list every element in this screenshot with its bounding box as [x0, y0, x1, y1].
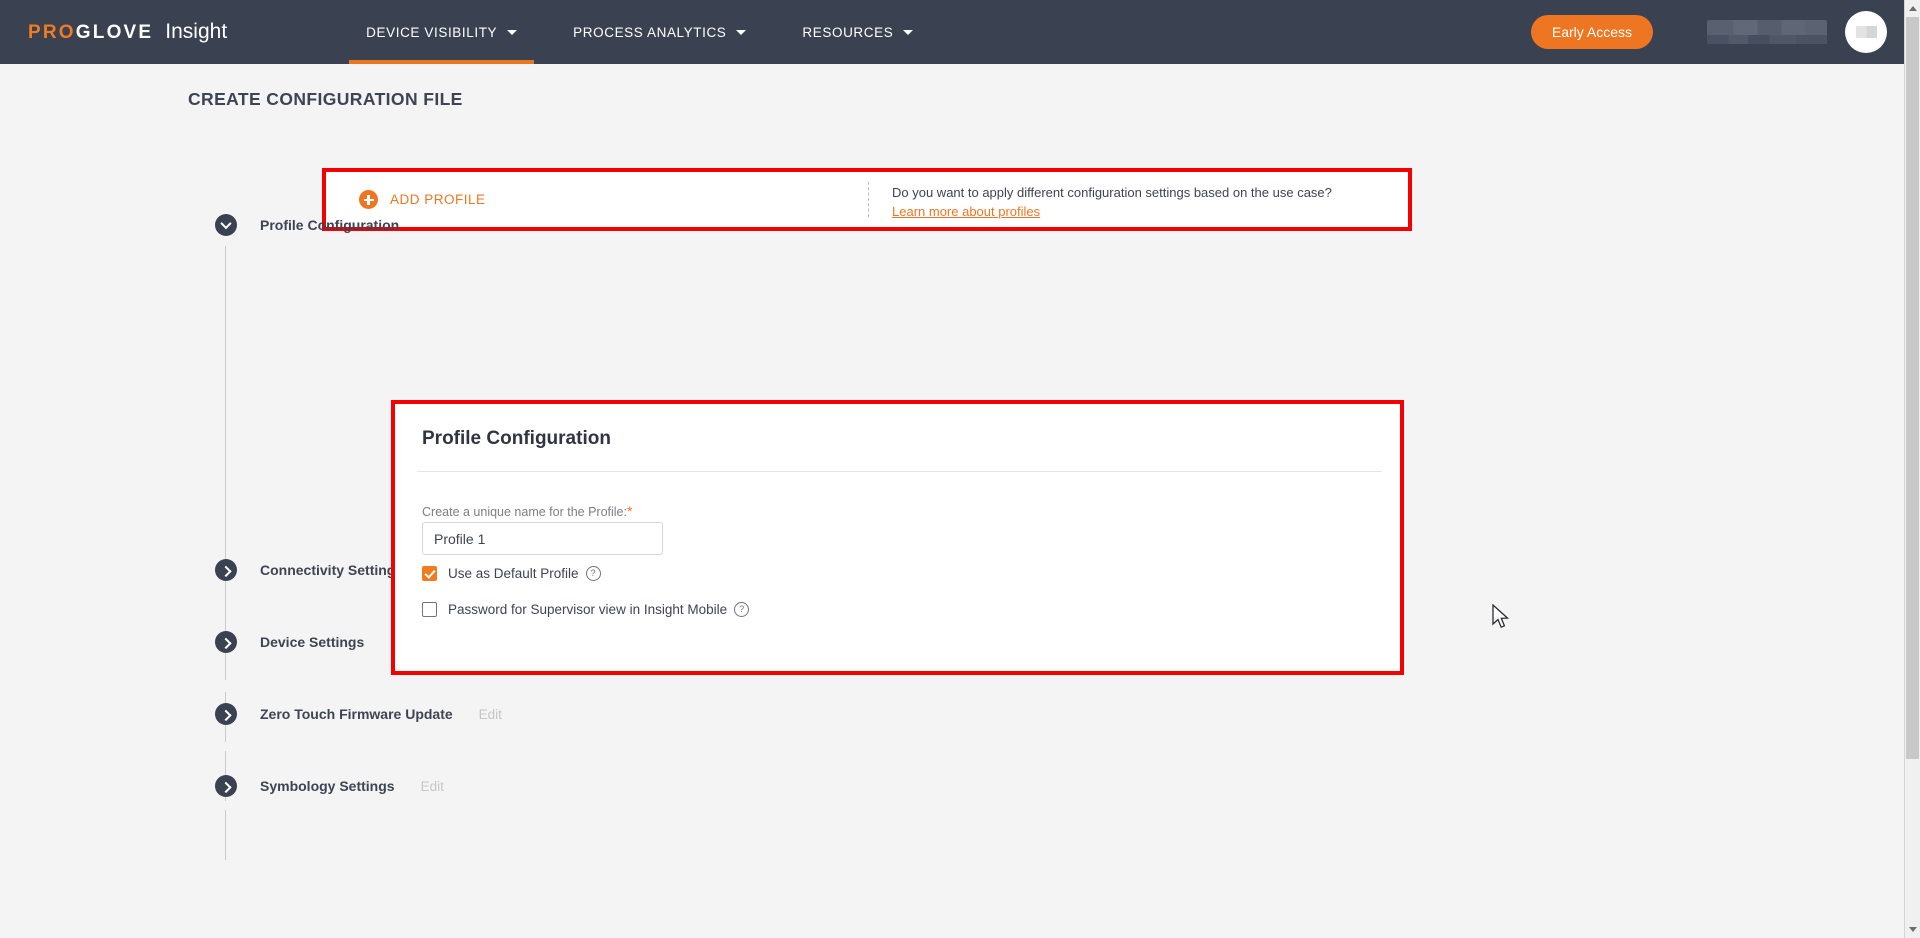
brand-product-text: Insight: [165, 20, 228, 43]
tree-connector-line: [225, 810, 226, 860]
chevron-right-icon: [220, 565, 232, 578]
profile-name-input[interactable]: [422, 522, 663, 555]
page-content: CREATE CONFIGURATION FILE ADD PROFILE Do…: [0, 64, 1905, 938]
accordion-toggle-profile-configuration[interactable]: [215, 214, 237, 236]
triangle-up-icon: [1908, 6, 1917, 11]
checkbox-label-password-supervisor-view: Password for Supervisor view in Insight …: [448, 602, 728, 617]
accordion-toggle-symbology-settings[interactable]: [215, 775, 237, 797]
accordion-row-profile-configuration[interactable]: Profile Configuration: [215, 212, 399, 238]
edit-link-symbology-settings[interactable]: Edit: [421, 779, 444, 794]
nav-item-device-visibility[interactable]: DEVICE VISIBILITY: [349, 0, 535, 64]
accordion-label-symbology-settings: Symbology Settings: [260, 778, 395, 794]
header-right-cluster: Early Access: [1530, 11, 1887, 53]
profile-configuration-card: Profile Configuration Create a unique na…: [391, 400, 1404, 675]
profile-card-title: Profile Configuration: [422, 428, 611, 449]
tree-connector-line: [225, 246, 226, 680]
brand-pro-text: PRO: [28, 22, 76, 43]
brand-glove-text: GLOVE: [75, 22, 154, 43]
top-navigation-bar: PRO GLOVE Insight DEVICE VISIBILITY PROCE…: [0, 0, 1905, 64]
nav-item-device-visibility-label: DEVICE VISIBILITY: [366, 24, 498, 40]
accordion-label-zero-touch-firmware-update: Zero Touch Firmware Update: [260, 706, 453, 722]
brand-logo[interactable]: PRO GLOVE Insight: [28, 20, 227, 44]
accordion-row-symbology-settings[interactable]: Symbology Settings Edit: [215, 773, 444, 799]
avatar-placeholder-icon: [1855, 26, 1877, 38]
profile-name-field-label-text: Create a unique name for the Profile:: [422, 505, 627, 519]
help-icon[interactable]: ?: [585, 566, 601, 581]
chevron-down-icon: [903, 29, 914, 35]
user-name-redacted: [1707, 20, 1827, 44]
chevron-down-icon: [220, 217, 232, 230]
help-icon[interactable]: ?: [734, 602, 750, 617]
accordion-label-device-settings: Device Settings: [260, 634, 365, 650]
chevron-right-icon: [220, 781, 232, 794]
nav-item-process-analytics[interactable]: PROCESS ANALYTICS: [556, 0, 763, 64]
scroll-up-arrow-icon[interactable]: [1905, 0, 1920, 17]
checkbox-use-as-default-profile[interactable]: [422, 566, 437, 581]
scrollbar-thumb[interactable]: [1906, 17, 1919, 759]
checkbox-password-supervisor-view[interactable]: [422, 602, 437, 617]
chevron-down-icon: [736, 29, 747, 35]
checkbox-label-use-as-default-profile: Use as Default Profile: [448, 566, 579, 581]
profile-name-field-label: Create a unique name for the Profile:*: [422, 503, 632, 519]
card-divider: [417, 471, 1382, 472]
nav-item-resources[interactable]: RESOURCES: [785, 0, 930, 64]
accordion-toggle-connectivity-settings[interactable]: [215, 559, 237, 581]
checkbox-row-use-as-default-profile[interactable]: Use as Default Profile ?: [422, 566, 601, 581]
avatar[interactable]: [1845, 11, 1887, 53]
vertical-scrollbar[interactable]: [1904, 0, 1920, 938]
app-root: PRO GLOVE Insight DEVICE VISIBILITY PROCE…: [0, 0, 1920, 938]
nav-item-resources-label: RESOURCES: [802, 24, 894, 40]
chevron-right-icon: [220, 637, 232, 650]
edit-link-zero-touch-firmware-update[interactable]: Edit: [479, 707, 502, 722]
required-marker: *: [626, 503, 633, 519]
accordion-toggle-zero-touch-firmware-update[interactable]: [215, 703, 237, 725]
scroll-down-arrow-icon[interactable]: [1905, 921, 1920, 938]
early-access-button[interactable]: Early Access: [1530, 15, 1653, 49]
accordion-toggle-device-settings[interactable]: [215, 631, 237, 653]
chevron-down-icon: [507, 29, 518, 35]
main-nav: DEVICE VISIBILITY PROCESS ANALYTICS RESO…: [349, 0, 952, 64]
nav-item-process-analytics-label: PROCESS ANALYTICS: [573, 24, 727, 40]
chevron-right-icon: [220, 709, 232, 722]
accordion-label-profile-configuration: Profile Configuration: [260, 217, 400, 233]
accordion-label-connectivity-settings: Connectivity Settings: [260, 562, 404, 578]
accordion-row-zero-touch-firmware-update[interactable]: Zero Touch Firmware Update Edit: [215, 701, 502, 727]
accordion-row-device-settings[interactable]: Device Settings Edit: [215, 629, 414, 655]
checkbox-row-password-supervisor-view[interactable]: Password for Supervisor view in Insight …: [422, 602, 750, 617]
triangle-down-icon: [1908, 927, 1917, 932]
